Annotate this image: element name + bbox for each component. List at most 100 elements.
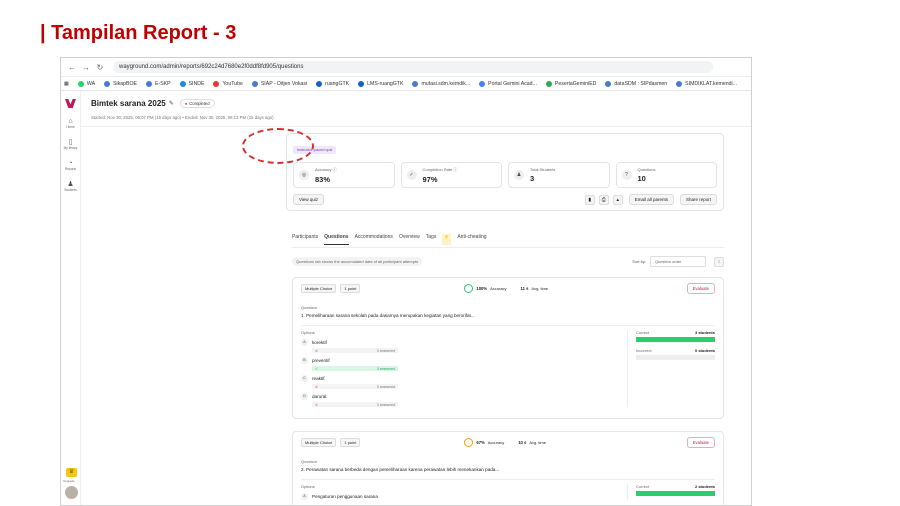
stat-label: Questions: [637, 167, 656, 172]
url-text: wayground.com/admin/reports/692c24d7680e…: [119, 64, 304, 70]
bookmark-item[interactable]: SINDE: [179, 80, 204, 87]
question-card: Multiple Choice 1 point 100% Accuracy 11 …: [292, 277, 724, 419]
stat-card: ♟ Total Students 3: [508, 162, 610, 188]
highlight-circle: [242, 128, 314, 164]
bookmark-label: WA: [86, 80, 96, 87]
bookmark-item[interactable]: SIMDIKLAT.kemendi...: [676, 80, 737, 87]
option-bar: ✕ 0 answered: [312, 384, 398, 389]
sort-direction-icon[interactable]: ↕: [714, 256, 724, 267]
sort-label: Sort by:: [632, 259, 646, 264]
address-bar[interactable]: wayground.com/admin/reports/692c24d7680e…: [113, 61, 713, 73]
answered-count: 0 answered: [376, 402, 395, 407]
avatar[interactable]: [65, 486, 78, 499]
report-header: Bimtek sarana 2025 ✎ ● Completed: [91, 99, 215, 108]
delete-icon[interactable]: ▮: [584, 194, 595, 205]
sidebar-item-reports[interactable]: ◔ Reports: [64, 160, 78, 171]
results-panel: Correct 3 students Incorrect 0 students: [627, 330, 715, 407]
bookmark-item[interactable]: E-SKP: [146, 80, 171, 87]
points-chip: 1 point: [340, 438, 361, 447]
email-parents-button[interactable]: Email all parents: [628, 194, 674, 205]
bookmark-item[interactable]: LMS-ruangGTK: [358, 80, 403, 87]
edit-icon[interactable]: ✎: [169, 100, 174, 107]
correct-label: Correct: [636, 484, 650, 489]
bookmark-icon: [676, 80, 683, 87]
crown-icon[interactable]: ♛: [66, 468, 77, 477]
option-item: Akorektif ✕ 0 answered: [301, 339, 627, 353]
bookmark-item[interactable]: Portal Gemini Acad...: [479, 80, 537, 87]
wayground-logo[interactable]: [65, 99, 76, 108]
question-label: Question: [301, 305, 318, 310]
question-text: 1. Pemeliharaan sarana sekolah pada dasa…: [301, 313, 475, 318]
answered-count: 0 answered: [376, 384, 395, 389]
library-icon: ▯: [68, 139, 73, 146]
tab-anti-cheating[interactable]: Anti-cheating: [457, 234, 486, 245]
stat-value: 83%: [315, 174, 331, 184]
report-dates: Started: Nov 30, 2025, 06:07 PM (15 days…: [91, 115, 274, 120]
bookmark-icon: [77, 80, 84, 87]
bookmark-icon: [605, 80, 612, 87]
sidebar-item-label: Students: [64, 188, 77, 192]
evaluate-button[interactable]: Evaluate: [686, 283, 715, 294]
incorrect-label: Incorrect: [636, 348, 652, 353]
summary-card: Instructor-paced quiz ◎ Accuracy ⓘ 83% ✓ Com…: [286, 133, 724, 211]
bookmark-icon: [412, 80, 419, 87]
bookmark-item[interactable]: SikapBOE: [104, 80, 137, 87]
option-item: Creaktif ✕ 0 answered: [301, 375, 627, 389]
option-bar: ✓ 3 answered: [312, 366, 398, 371]
tab-tags[interactable]: Tags: [426, 234, 437, 245]
apps-icon[interactable]: ▦: [64, 81, 69, 87]
tab-overview[interactable]: Overview: [399, 234, 420, 245]
slide-title: | Tampilan Report - 3: [40, 22, 237, 44]
tab-participants[interactable]: Participants: [292, 234, 318, 245]
view-quiz-button[interactable]: View quiz: [293, 194, 325, 205]
sidebar-item-students[interactable]: ♟ Students: [64, 181, 78, 192]
stat-card: ? Questions 10: [615, 162, 717, 188]
stat-card: ✓ Completion Rate ⓘ 97%: [400, 162, 502, 188]
bookmark-item[interactable]: mutasi.sdm.kemdik...: [412, 80, 470, 87]
bookmark-item[interactable]: WA: [77, 80, 96, 87]
option-bar: ✕ 0 answered: [312, 348, 398, 353]
back-icon[interactable]: ←: [65, 63, 79, 72]
bookmark-item[interactable]: PesertaGeminiED: [545, 80, 596, 87]
print-icon[interactable]: ⎙: [598, 194, 609, 205]
accuracy-ring-icon: [464, 438, 474, 447]
avg-time-label: Avg. time: [531, 286, 549, 291]
bookmark-item[interactable]: YouTube: [213, 80, 243, 87]
bookmark-icon: [316, 80, 323, 87]
avg-time-value: 10 s: [518, 440, 527, 445]
stats-row: ◎ Accuracy ⓘ 83% ✓ Completion Rate ⓘ 97% ♟ Tota…: [293, 162, 717, 188]
info-note: Questions tab shows the accumulated data…: [292, 257, 423, 266]
options-label: Options: [301, 484, 315, 489]
bookmark-item[interactable]: dataSDM : SIPdasmen: [605, 80, 667, 87]
download-icon[interactable]: ▴: [612, 194, 623, 205]
share-report-button[interactable]: Share report: [679, 194, 717, 205]
option-letter: C: [301, 375, 308, 382]
bookmark-item[interactable]: SIAP - Ditjen Vokasi: [251, 80, 307, 87]
bookmark-label: E-SKP: [155, 80, 171, 87]
correct-bar: [636, 337, 715, 342]
option-text: preventif: [312, 358, 330, 363]
upgrade-label: Upgrade: [63, 479, 75, 483]
report-tabs: Participants Questions Accommodations Overv…: [292, 234, 724, 245]
status-text: Completed: [189, 101, 210, 106]
tab-accommodations[interactable]: Accommodations: [355, 234, 393, 245]
bookmark-item[interactable]: ruangGTK: [316, 80, 349, 87]
points-chip: 1 point: [340, 284, 361, 293]
stat-value: 3: [530, 174, 535, 183]
sidebar-item-label: Home: [66, 125, 75, 129]
bookmark-icon: [358, 80, 365, 87]
question-type-chip: Multiple Choice: [301, 438, 337, 447]
bookmark-icon: [479, 80, 486, 87]
options-label: Options: [301, 330, 315, 335]
sidebar-item-home[interactable]: ⌂ Home: [64, 118, 78, 129]
forward-icon[interactable]: →: [79, 63, 93, 72]
bookmark-icon: [179, 80, 186, 87]
evaluate-button[interactable]: Evaluate: [686, 437, 715, 448]
tab-questions[interactable]: Questions: [324, 234, 349, 245]
sidebar-item-my-library[interactable]: ▯ My library: [64, 139, 78, 150]
sort-select[interactable]: Question order: [650, 256, 706, 267]
check-icon: ✓: [315, 366, 318, 371]
reload-icon[interactable]: ↻: [93, 63, 107, 72]
question-text: 2. Perawatan sarana berbeda dengan pemel…: [301, 467, 500, 472]
bookmark-icon: [545, 80, 552, 87]
